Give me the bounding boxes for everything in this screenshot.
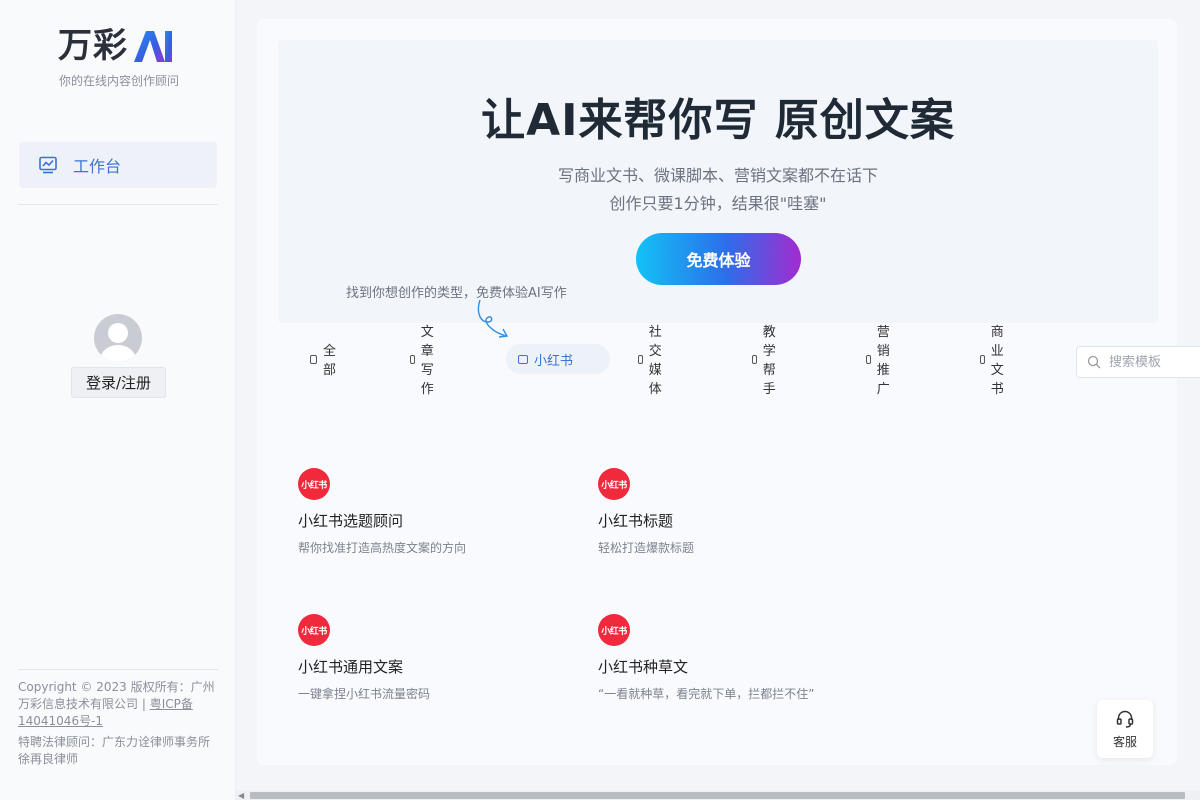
- brand-name: 万彩: [58, 26, 128, 66]
- hero-subtitle-2: 创作只要1分钟，结果很"哇塞": [609, 194, 827, 213]
- tab-label: 商业文书: [990, 325, 1004, 397]
- template-title: 小红书种草文: [598, 658, 689, 676]
- customer-service-button[interactable]: 客服: [1097, 700, 1153, 758]
- ai-logo-icon: [134, 31, 172, 62]
- avatar-head: [108, 323, 128, 343]
- divider: [18, 669, 218, 670]
- tab-label: 营销推广: [876, 325, 890, 397]
- avatar[interactable]: [94, 314, 142, 362]
- tab-checkbox-icon: [518, 354, 528, 364]
- tab-teaching-helper[interactable]: 教学帮手: [740, 325, 793, 397]
- search-icon: [1087, 355, 1101, 369]
- template-desc: 轻松打造爆款标题: [598, 541, 695, 555]
- template-title: 小红书通用文案: [298, 658, 404, 676]
- tab-label: 文章写作: [420, 325, 434, 397]
- xiaohongshu-icon: 小红书: [298, 614, 330, 646]
- tab-xiaohongshu[interactable]: 小红书: [506, 344, 610, 374]
- brand-logo[interactable]: 万彩: [58, 26, 174, 66]
- search-input[interactable]: [1109, 354, 1199, 370]
- template-title: 小红书选题顾问: [298, 512, 404, 530]
- tab-checkbox-icon: [980, 354, 985, 364]
- template-card-general-copy[interactable]: 小红书 小红书通用文案 一键拿捏小红书流量密码: [298, 614, 558, 702]
- scrollbar-thumb[interactable]: [250, 792, 1185, 799]
- xiaohongshu-icon: 小红书: [598, 614, 630, 646]
- template-card-recommendation[interactable]: 小红书 小红书种草文 “一看就种草，看完就下单，拦都拦不住”: [598, 614, 858, 702]
- tab-label: 教学帮手: [762, 325, 776, 397]
- curved-arrow-icon: [477, 299, 509, 338]
- template-desc: “一看就种草，看完就下单，拦都拦不住”: [598, 687, 815, 701]
- template-card-title[interactable]: 小红书 小红书标题 轻松打造爆款标题: [598, 468, 858, 556]
- copyright-text: Copyright © 2023 版权所有：广州万彩信息技术有限公司 | 粤IC…: [18, 679, 218, 730]
- template-desc: 一键拿捏小红书流量密码: [298, 687, 431, 701]
- tab-label: 社交媒体: [648, 325, 662, 397]
- tab-marketing[interactable]: 营销推广: [854, 325, 907, 397]
- tab-checkbox-icon: [410, 354, 415, 364]
- tab-label: 小红书: [534, 353, 574, 369]
- template-search: [1076, 346, 1200, 378]
- customer-service-label: 客服: [1112, 734, 1137, 749]
- free-trial-button[interactable]: 免费体验: [636, 233, 801, 285]
- xiaohongshu-icon: 小红书: [598, 468, 630, 500]
- template-card-topic-advisor[interactable]: 小红书 小红书选题顾问 帮你找准打造高热度文案的方向: [298, 468, 558, 556]
- template-desc: 帮你找准打造高热度文案的方向: [298, 541, 467, 555]
- legal-advisor-text: 特聘法律顾问：广东力诠律师事务所徐再良律师: [18, 735, 211, 766]
- headset-icon: [1116, 710, 1134, 728]
- scroll-left-icon[interactable]: ◀: [238, 791, 244, 800]
- horizontal-scrollbar[interactable]: ◀: [236, 790, 1200, 800]
- tab-all[interactable]: 全部: [298, 344, 351, 378]
- avatar-body: [100, 345, 136, 362]
- tab-checkbox-icon: [638, 354, 643, 364]
- template-title: 小红书标题: [598, 512, 674, 530]
- tab-checkbox-icon: [752, 354, 757, 364]
- tab-business-docs[interactable]: 商业文书: [968, 325, 1021, 397]
- tab-article-writing[interactable]: 文章写作: [398, 325, 451, 397]
- tab-label: 全部: [322, 344, 336, 378]
- category-hint: 找到你想创作的类型，免费体验AI写作: [346, 286, 567, 301]
- login-register-button[interactable]: 登录/注册: [71, 367, 166, 398]
- hero-title: 让AI来帮你写 原创文案: [481, 95, 955, 146]
- xiaohongshu-icon: 小红书: [298, 468, 330, 500]
- tab-checkbox-icon: [866, 354, 871, 364]
- tab-social-media[interactable]: 社交媒体: [626, 325, 679, 397]
- hero-subtitle-1: 写商业文书、微课脚本、营销文案都不在话下: [557, 166, 878, 185]
- tab-checkbox-icon: [310, 354, 317, 364]
